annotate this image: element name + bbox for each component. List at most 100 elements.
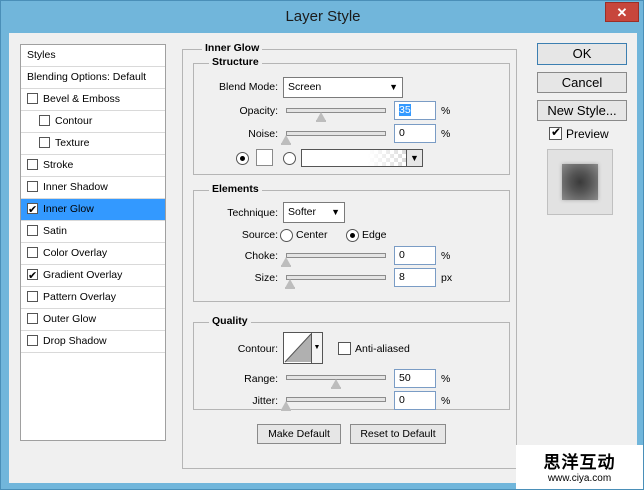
range-input[interactable]: 50 [394, 369, 436, 388]
size-slider-track[interactable] [286, 275, 386, 280]
dialog-body: Styles Blending Options: Default Bevel &… [9, 33, 637, 483]
opacity-slider-track[interactable] [286, 108, 386, 113]
style-item-label: Gradient Overlay [43, 269, 123, 281]
anti-aliased-checkbox[interactable] [338, 342, 351, 355]
blending-options-label: Blending Options: Default [27, 71, 147, 83]
jitter-slider-handle[interactable] [281, 401, 291, 411]
style-item-checkbox[interactable] [27, 159, 38, 170]
style-item-texture[interactable]: Texture [21, 133, 165, 155]
close-button[interactable]: ✕ [605, 2, 639, 22]
contour-label: Contour: [237, 343, 278, 355]
preview-swatch [562, 164, 598, 200]
style-item-outer-glow[interactable]: Outer Glow [21, 309, 165, 331]
style-item-label: Satin [43, 225, 67, 237]
glow-color-swatch[interactable] [256, 149, 273, 166]
contour-preview-icon [284, 333, 312, 363]
jitter-slider-track[interactable] [286, 397, 386, 402]
solid-color-radio[interactable] [236, 152, 249, 165]
opacity-label: Opacity: [239, 105, 278, 117]
style-item-label: Bevel & Emboss [43, 93, 121, 105]
gradient-picker[interactable]: ▼ [301, 149, 423, 167]
choke-slider-handle[interactable] [281, 257, 291, 267]
style-item-checkbox[interactable] [27, 225, 38, 236]
size-label: Size: [254, 272, 278, 284]
watermark-url: www.ciya.com [547, 473, 612, 484]
style-item-bevel-emboss[interactable]: Bevel & Emboss [21, 89, 165, 111]
choke-unit: % [441, 250, 451, 262]
source-center-label: Center [296, 229, 328, 241]
chevron-down-icon[interactable]: ▼ [311, 333, 322, 363]
chevron-down-icon: ▼ [389, 82, 398, 92]
size-input[interactable]: 8 [394, 268, 436, 287]
opacity-input[interactable]: 35 [394, 101, 436, 120]
chevron-down-icon[interactable]: ▼ [406, 150, 422, 166]
style-item-checkbox[interactable] [27, 200, 38, 221]
quality-title: Quality [209, 315, 251, 327]
style-item-checkbox[interactable] [27, 266, 38, 287]
styles-list: Styles Blending Options: Default Bevel &… [20, 44, 166, 441]
jitter-input[interactable]: 0 [394, 391, 436, 410]
style-item-inner-glow[interactable]: Inner Glow [21, 199, 165, 221]
style-item-pattern-overlay[interactable]: Pattern Overlay [21, 287, 165, 309]
gradient-radio[interactable] [283, 152, 296, 165]
technique-select[interactable]: Softer ▼ [283, 202, 345, 223]
chevron-down-icon: ▼ [331, 207, 340, 217]
quality-group: Quality Contour: ▼ Anti-aliased Range: 5… [193, 315, 510, 411]
reset-default-button[interactable]: Reset to Default [350, 424, 446, 444]
style-item-label: Pattern Overlay [43, 291, 116, 303]
elements-title: Elements [209, 183, 262, 195]
styles-header-label: Styles [27, 49, 56, 61]
style-item-color-overlay[interactable]: Color Overlay [21, 243, 165, 265]
contour-picker[interactable]: ▼ [283, 332, 323, 364]
blend-mode-value: Screen [288, 81, 322, 93]
style-item-checkbox[interactable] [27, 181, 38, 192]
size-slider-handle[interactable] [285, 279, 295, 289]
structure-title: Structure [209, 56, 262, 68]
style-item-label: Stroke [43, 159, 74, 171]
range-label: Range: [244, 373, 278, 385]
style-item-checkbox[interactable] [39, 115, 50, 126]
style-item-satin[interactable]: Satin [21, 221, 165, 243]
title-bar[interactable]: Layer Style ✕ [1, 1, 644, 33]
inner-glow-group: Inner Glow Structure Blend Mode: Screen … [182, 42, 517, 469]
style-item-checkbox[interactable] [27, 93, 38, 104]
jitter-label: Jitter: [252, 395, 278, 407]
noise-slider-track[interactable] [286, 131, 386, 136]
noise-input[interactable]: 0 [394, 124, 436, 143]
elements-group: Elements Technique: Softer ▼ Source: Cen… [193, 183, 510, 302]
style-item-gradient-overlay[interactable]: Gradient Overlay [21, 265, 165, 287]
ok-button[interactable]: OK [537, 43, 627, 65]
source-center-radio[interactable] [280, 229, 293, 242]
noise-slider-handle[interactable] [281, 135, 291, 145]
style-item-stroke[interactable]: Stroke [21, 155, 165, 177]
styles-header[interactable]: Styles [21, 45, 165, 67]
style-item-label: Inner Glow [43, 203, 94, 215]
jitter-unit: % [441, 395, 451, 407]
range-unit: % [441, 373, 451, 385]
style-item-inner-shadow[interactable]: Inner Shadow [21, 177, 165, 199]
choke-input[interactable]: 0 [394, 246, 436, 265]
watermark: 思洋互动 www.ciya.com [516, 445, 643, 489]
style-item-checkbox[interactable] [27, 247, 38, 258]
range-slider-handle[interactable] [331, 379, 341, 389]
opacity-slider-handle[interactable] [316, 112, 326, 122]
style-item-checkbox[interactable] [27, 313, 38, 324]
style-item-checkbox[interactable] [27, 335, 38, 346]
cancel-button[interactable]: Cancel [537, 72, 627, 93]
style-item-drop-shadow[interactable]: Drop Shadow [21, 331, 165, 353]
style-item-contour[interactable]: Contour [21, 111, 165, 133]
blending-options-item[interactable]: Blending Options: Default [21, 67, 165, 89]
blend-mode-label: Blend Mode: [219, 81, 278, 93]
preview-checkbox[interactable] [549, 125, 562, 140]
new-style-button[interactable]: New Style... [537, 100, 627, 121]
layer-style-dialog: Layer Style ✕ Styles Blending Options: D… [0, 0, 644, 490]
blend-mode-select[interactable]: Screen ▼ [283, 77, 403, 98]
style-item-label: Inner Shadow [43, 181, 108, 193]
style-item-checkbox[interactable] [27, 291, 38, 302]
choke-slider-track[interactable] [286, 253, 386, 258]
noise-label: Noise: [248, 128, 278, 140]
make-default-button[interactable]: Make Default [257, 424, 341, 444]
source-edge-radio[interactable] [346, 229, 359, 242]
style-item-label: Color Overlay [43, 247, 108, 259]
style-item-checkbox[interactable] [39, 137, 50, 148]
